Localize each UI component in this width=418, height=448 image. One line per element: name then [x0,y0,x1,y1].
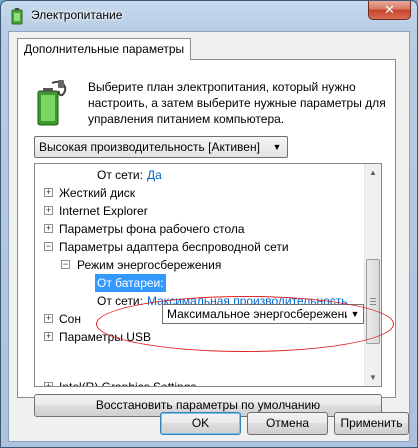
battery-mode-select[interactable]: Максимальное энергосбережение ▼ [162,304,364,324]
collapse-icon[interactable]: − [44,242,53,251]
collapse-icon[interactable]: − [61,260,70,269]
apply-button[interactable]: Применить [334,412,409,435]
expand-icon[interactable]: + [44,188,53,197]
subgroup-label: Режим энергосбережения [77,258,222,272]
expand-icon[interactable]: + [44,206,53,215]
group-label: Сон [59,312,81,326]
setting-label: От батареи: [95,274,166,292]
group-label: Параметры адаптера беспроводной сети [59,240,289,254]
tab-panel: Выберите план электропитания, который ну… [17,59,396,417]
ok-button[interactable]: OK [160,412,241,435]
power-plan-select[interactable]: Высокая производительность [Активен] ▼ [34,136,288,158]
setting-label: От сети: [97,168,143,182]
title-bar[interactable]: Электропитание ✕ [1,1,417,31]
group-label: Intel(R) Graphics Settings [59,380,197,387]
cancel-button[interactable]: Отмена [247,412,328,435]
group-label: Параметры USB [59,330,151,344]
close-icon: ✕ [384,2,395,17]
power-plan-value: Высокая производительность [Активен] [39,140,260,154]
power-options-window: Электропитание ✕ Дополнительные параметр… [0,0,418,448]
instruction-text: Выберите план электропитания, который ну… [88,80,386,126]
expand-icon[interactable]: + [44,332,53,341]
chevron-down-icon: ▼ [347,305,363,323]
dialog-client-area: Дополнительные параметры Выберите план э… [8,31,410,442]
close-button[interactable]: ✕ [368,1,411,20]
group-label: Internet Explorer [59,204,148,218]
scroll-up-icon[interactable]: ▲ [365,164,381,181]
tab-advanced-settings[interactable]: Дополнительные параметры [17,38,192,60]
chevron-down-icon: ▼ [272,142,282,152]
group-label: Параметры фона рабочего стола [59,222,245,236]
expand-icon[interactable]: + [44,314,53,323]
scroll-down-icon[interactable]: ▼ [365,369,381,386]
battery-icon [37,80,67,126]
power-options-icon [11,8,23,25]
setting-label: От сети: [97,294,143,308]
grip-icon [370,298,376,305]
group-label: Жесткий диск [59,186,136,200]
expand-icon[interactable]: + [44,382,53,386]
expand-icon[interactable]: + [44,224,53,233]
battery-mode-value: Максимальное энергосбережение [167,307,358,321]
setting-value-link[interactable]: Да [147,166,162,184]
scrollbar-thumb[interactable] [366,259,380,344]
vertical-scrollbar[interactable]: ▲ ▼ [364,164,381,386]
settings-tree[interactable]: От сети: Да + Жесткий диск + Internet Ex… [34,163,382,387]
window-title: Электропитание [31,8,123,22]
